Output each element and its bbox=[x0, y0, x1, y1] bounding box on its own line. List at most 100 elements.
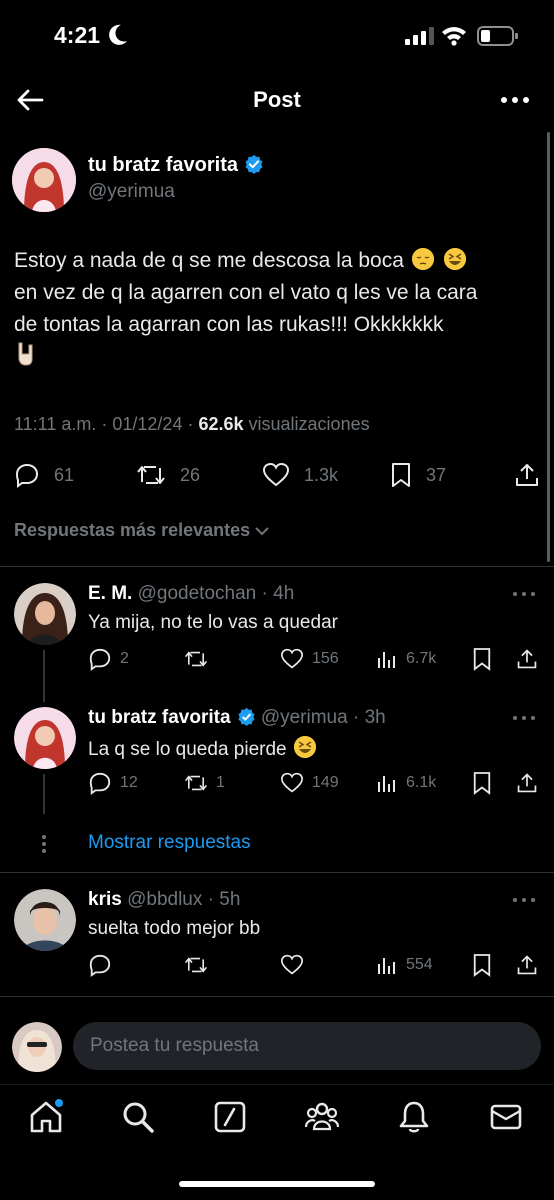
thread-continuation-dots-icon bbox=[42, 835, 46, 853]
current-user-avatar[interactable] bbox=[12, 1022, 62, 1072]
reply-button[interactable]: 61 bbox=[14, 455, 74, 495]
bookmark-button[interactable]: 37 bbox=[390, 455, 446, 495]
mail-icon[interactable] bbox=[488, 1099, 524, 1135]
grinning-squinting-face-emoji bbox=[293, 736, 316, 758]
share-button[interactable] bbox=[516, 770, 546, 796]
share-icon bbox=[517, 649, 537, 669]
repost-button[interactable] bbox=[184, 646, 216, 672]
divider bbox=[0, 566, 554, 567]
reply-avatar[interactable] bbox=[14, 889, 76, 951]
reply-avatar[interactable] bbox=[14, 583, 76, 645]
bookmark-button[interactable] bbox=[472, 646, 500, 672]
reply-button[interactable] bbox=[88, 952, 120, 978]
bookmark-icon bbox=[473, 772, 491, 795]
grok-icon[interactable] bbox=[212, 1099, 248, 1135]
reply-compose-bar: Postea tu respuesta bbox=[0, 1010, 554, 1084]
repost-icon bbox=[184, 651, 208, 667]
reply-icon bbox=[89, 772, 111, 795]
thread-line bbox=[43, 650, 45, 702]
search-icon[interactable] bbox=[120, 1099, 156, 1135]
bookmark-icon bbox=[473, 954, 491, 977]
show-replies-link[interactable]: Mostrar respuestas bbox=[88, 832, 251, 854]
post-metadata: 11:11 a.m. · 01/12/24 · 62.6k visualizac… bbox=[14, 414, 370, 434]
more-horizontal-icon[interactable] bbox=[512, 896, 536, 904]
chevron-down-icon bbox=[255, 527, 269, 536]
page-title: Post bbox=[253, 87, 301, 112]
repost-button[interactable] bbox=[184, 952, 216, 978]
bookmark-button[interactable] bbox=[472, 770, 500, 796]
sign-of-horns-emoji bbox=[14, 341, 38, 367]
grinning-squinting-face-emoji bbox=[443, 248, 466, 270]
reply-icon bbox=[89, 648, 111, 671]
divider bbox=[0, 996, 554, 997]
share-button[interactable] bbox=[516, 646, 546, 672]
repost-icon bbox=[137, 466, 165, 484]
like-button[interactable]: 149 bbox=[280, 770, 339, 796]
reply-input[interactable]: Postea tu respuesta bbox=[73, 1022, 541, 1070]
post-text: Estoy a nada de q se me descosa la boca … bbox=[14, 245, 534, 377]
reply-text: suelta todo mejor bb bbox=[88, 918, 261, 939]
home-indicator bbox=[179, 1181, 375, 1187]
clock: 4:21 bbox=[54, 22, 101, 48]
verified-badge-icon bbox=[237, 707, 255, 726]
bell-icon[interactable] bbox=[396, 1099, 432, 1135]
reply-icon bbox=[15, 463, 39, 488]
reply-avatar[interactable] bbox=[14, 707, 76, 769]
heart-icon bbox=[280, 954, 304, 975]
share-button[interactable] bbox=[516, 952, 546, 978]
heart-icon bbox=[262, 462, 290, 487]
reply-text: Ya mija, no te lo vas a quedar bbox=[88, 612, 338, 633]
reply-author[interactable]: tu bratz favorita @yerimua · 3h bbox=[88, 707, 386, 729]
reply-author[interactable]: kris @bbdlux · 5h bbox=[88, 889, 240, 911]
pensive-face-emoji bbox=[411, 248, 434, 270]
reply-action-bar: 12 1 149 6.1k bbox=[88, 770, 538, 796]
moon-icon bbox=[109, 24, 127, 45]
replies-sort-dropdown[interactable]: Respuestas más relevantes bbox=[14, 520, 269, 541]
like-button[interactable] bbox=[280, 952, 312, 978]
views-icon bbox=[378, 652, 395, 668]
wifi-icon bbox=[442, 27, 466, 46]
reply-text: La q se lo queda pierde bbox=[88, 736, 318, 761]
home-icon[interactable] bbox=[28, 1099, 64, 1135]
share-icon bbox=[517, 773, 537, 793]
bookmark-icon bbox=[473, 648, 491, 671]
author-handle[interactable]: @yerimua bbox=[88, 181, 175, 203]
more-horizontal-icon[interactable] bbox=[512, 714, 536, 722]
verified-badge-icon bbox=[245, 154, 263, 174]
bookmark-icon bbox=[392, 463, 410, 487]
views-button[interactable]: 6.7k bbox=[376, 646, 436, 672]
scrollbar[interactable] bbox=[547, 132, 550, 562]
author-name[interactable]: tu bratz favorita bbox=[88, 154, 264, 177]
reply-button[interactable]: 12 bbox=[88, 770, 138, 796]
like-button[interactable]: 156 bbox=[280, 646, 339, 672]
post-action-bar: 61 26 1.3k 37 bbox=[0, 455, 554, 495]
author-avatar[interactable] bbox=[12, 148, 76, 212]
more-horizontal-icon[interactable] bbox=[500, 88, 530, 112]
reply-author[interactable]: E. M. @godetochan · 4h bbox=[88, 583, 294, 605]
top-navigation-bar: Post bbox=[0, 72, 554, 130]
share-button[interactable] bbox=[514, 455, 554, 495]
reply-action-bar: 554 bbox=[88, 952, 538, 978]
heart-icon bbox=[280, 648, 304, 669]
reply-icon bbox=[89, 954, 111, 977]
bookmark-button[interactable] bbox=[472, 952, 500, 978]
reply-action-bar: 2 156 6.7k bbox=[88, 646, 538, 672]
repost-icon bbox=[184, 775, 208, 791]
views-button[interactable]: 554 bbox=[376, 952, 433, 978]
repost-button[interactable]: 1 bbox=[184, 770, 225, 796]
heart-icon bbox=[280, 772, 304, 793]
thread-line bbox=[43, 774, 45, 814]
share-icon bbox=[517, 955, 537, 975]
share-icon bbox=[516, 464, 538, 486]
reply-button[interactable]: 2 bbox=[88, 646, 129, 672]
repost-button[interactable]: 26 bbox=[136, 455, 200, 495]
battery-icon bbox=[477, 26, 518, 46]
views-icon bbox=[378, 776, 395, 792]
cellular-signal-icon bbox=[405, 27, 434, 45]
more-horizontal-icon[interactable] bbox=[512, 590, 536, 598]
views-icon bbox=[378, 958, 395, 974]
like-button[interactable]: 1.3k bbox=[262, 455, 338, 495]
communities-icon[interactable] bbox=[304, 1099, 340, 1135]
views-button[interactable]: 6.1k bbox=[376, 770, 436, 796]
status-bar: 4:21 bbox=[0, 0, 554, 72]
